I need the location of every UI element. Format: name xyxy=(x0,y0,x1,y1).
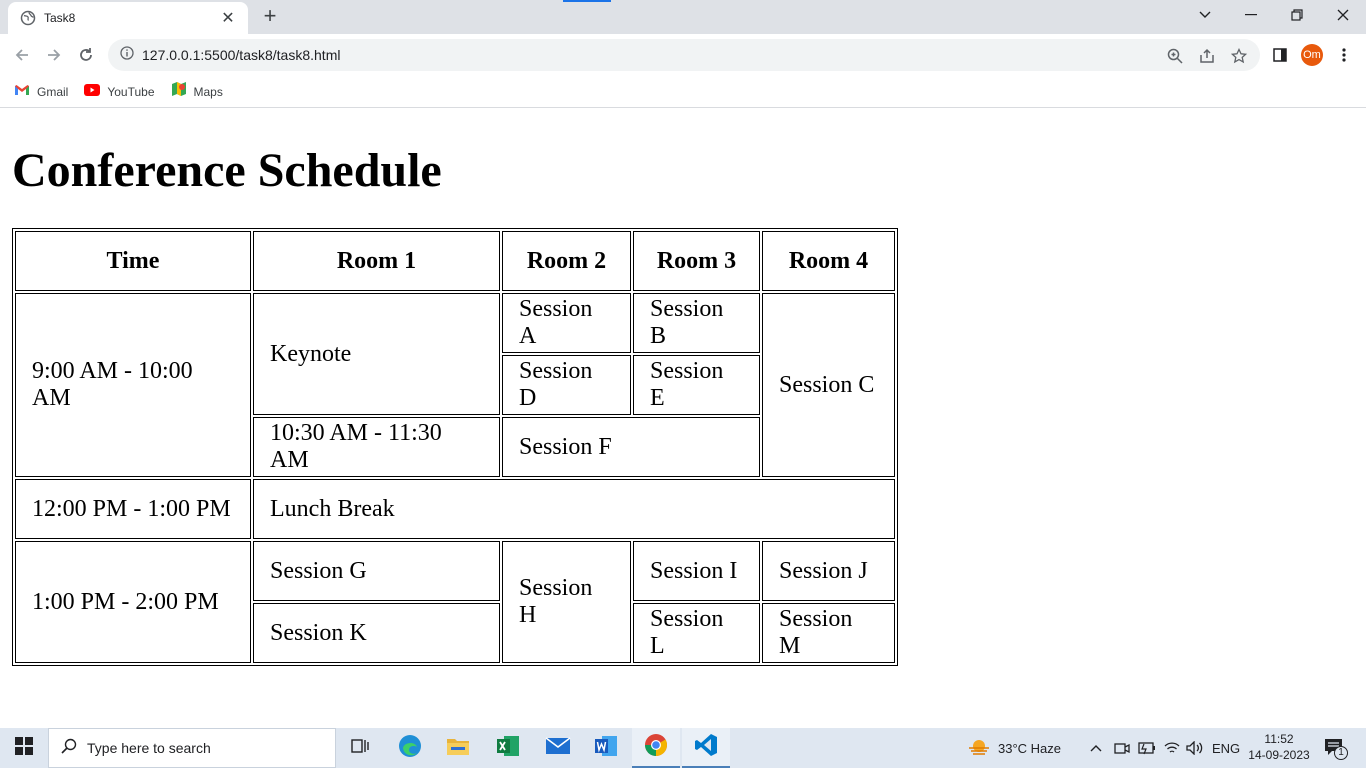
cell-session-j: Session J xyxy=(762,541,895,601)
taskbar-chrome[interactable] xyxy=(632,728,680,768)
cell-time-9am: 9:00 AM - 10:00 AM xyxy=(15,293,251,477)
vscode-icon xyxy=(694,733,718,762)
wifi-icon[interactable] xyxy=(1164,728,1180,768)
search-icon xyxy=(61,738,77,759)
url-text: 127.0.0.1:5500/task8/task8.html xyxy=(142,47,341,63)
new-tab-button[interactable]: + xyxy=(258,4,282,28)
taskbar-word[interactable] xyxy=(582,728,630,768)
header-room-3: Room 3 xyxy=(633,231,760,291)
header-room-2: Room 2 xyxy=(502,231,631,291)
cell-session-i: Session I xyxy=(633,541,760,601)
cell-session-f: Session F xyxy=(502,417,760,477)
taskbar-excel[interactable] xyxy=(484,728,532,768)
bookmark-maps[interactable]: Maps xyxy=(171,81,223,102)
header-room-4: Room 4 xyxy=(762,231,895,291)
notification-center[interactable]: 1 xyxy=(1324,728,1348,768)
address-bar[interactable]: 127.0.0.1:5500/task8/task8.html xyxy=(108,39,1260,71)
meet-now-icon[interactable] xyxy=(1114,728,1130,768)
close-window-button[interactable] xyxy=(1320,0,1366,30)
maps-icon xyxy=(171,81,187,102)
language-indicator[interactable]: ENG xyxy=(1212,728,1240,768)
share-icon[interactable] xyxy=(1198,47,1216,65)
windows-icon xyxy=(15,736,33,760)
cell-session-d: Session D xyxy=(502,355,631,415)
cell-session-e: Session E xyxy=(633,355,760,415)
profile-avatar[interactable]: Om xyxy=(1301,44,1323,66)
cell-session-g: Session G xyxy=(253,541,500,601)
forward-arrow-icon[interactable] xyxy=(42,43,66,67)
page-title: Conference Schedule xyxy=(12,144,442,197)
weather-text: 33°C Haze xyxy=(998,740,1062,756)
mail-icon xyxy=(545,736,571,761)
browser-tab[interactable]: Task8 ✕ xyxy=(8,2,248,34)
task-view-button[interactable] xyxy=(336,728,384,768)
zoom-icon[interactable] xyxy=(1166,47,1184,65)
restore-button[interactable] xyxy=(1274,0,1320,30)
side-panel-icon[interactable] xyxy=(1268,43,1292,67)
youtube-icon xyxy=(84,83,101,101)
bookmark-gmail[interactable]: Gmail xyxy=(14,83,68,101)
start-button[interactable] xyxy=(0,728,48,768)
taskbar: Type here to search 33°C Haze ENG 11:52 … xyxy=(0,728,1366,768)
header-time: Time xyxy=(15,231,251,291)
reload-icon[interactable] xyxy=(74,43,98,67)
gmail-icon xyxy=(14,83,30,101)
cell-session-k: Session K xyxy=(253,603,500,663)
taskbar-search-box[interactable]: Type here to search xyxy=(48,728,336,768)
cell-session-h: Session H xyxy=(502,541,631,663)
bookmark-youtube[interactable]: YouTube xyxy=(84,83,155,101)
clock-time: 11:52 xyxy=(1264,732,1294,746)
taskbar-vscode[interactable] xyxy=(682,728,730,768)
edge-icon xyxy=(398,734,422,763)
table-row: 1:00 PM - 2:00 PM Session G Session H Se… xyxy=(15,541,895,663)
minimize-button[interactable] xyxy=(1228,0,1274,30)
bookmark-star-icon[interactable] xyxy=(1230,47,1248,65)
bookmarks-bar: Gmail YouTube Maps xyxy=(0,76,1366,108)
show-hidden-icons-chevron-icon[interactable] xyxy=(1090,728,1102,768)
site-info-icon[interactable] xyxy=(120,45,134,65)
weather-haze-icon xyxy=(968,738,990,759)
notification-badge: 1 xyxy=(1334,746,1348,760)
clock-date: 14-09-2023 xyxy=(1248,748,1310,762)
search-placeholder: Type here to search xyxy=(87,740,211,756)
notification-icon: 1 xyxy=(1324,738,1348,760)
battery-icon[interactable] xyxy=(1138,728,1156,768)
volume-icon[interactable] xyxy=(1186,728,1204,768)
cell-time-12pm: 12:00 PM - 1:00 PM xyxy=(15,479,251,539)
cell-session-m: Session M xyxy=(762,603,895,663)
browser-toolbar: 127.0.0.1:5500/task8/task8.html Om xyxy=(0,34,1366,76)
cell-lunch-break: Lunch Break xyxy=(253,479,895,539)
tab-title: Task8 xyxy=(44,11,76,25)
excel-icon xyxy=(496,734,520,763)
table-row: 12:00 PM - 1:00 PM Lunch Break xyxy=(15,479,895,539)
tab-search-chevron-icon[interactable] xyxy=(1182,0,1228,30)
weather-widget[interactable]: 33°C Haze xyxy=(968,728,1061,768)
cell-session-c: Session C xyxy=(762,293,895,477)
header-room-1: Room 1 xyxy=(253,231,500,291)
folder-icon xyxy=(446,736,470,761)
taskbar-clock[interactable]: 11:52 14-09-2023 xyxy=(1246,731,1312,763)
cell-session-l: Session L xyxy=(633,603,760,663)
taskbar-file-explorer[interactable] xyxy=(434,728,482,768)
tab-indicator xyxy=(563,0,611,2)
taskbar-mail[interactable] xyxy=(534,728,582,768)
kebab-menu-icon[interactable] xyxy=(1332,43,1356,67)
table-row: 9:00 AM - 10:00 AM Keynote Session A Ses… xyxy=(15,293,895,477)
cell-time-1030am: 10:30 AM - 11:30 AM xyxy=(253,417,500,477)
taskbar-edge[interactable] xyxy=(386,728,434,768)
word-icon xyxy=(594,734,618,763)
cell-time-1pm: 1:00 PM - 2:00 PM xyxy=(15,541,251,663)
table-header-row: Time Room 1 Room 2 Room 3 Room 4 xyxy=(15,231,895,291)
cell-keynote: Keynote xyxy=(253,293,500,415)
page-content: Conference Schedule Time Room 1 Room 2 R… xyxy=(0,109,1366,728)
globe-icon xyxy=(20,10,36,26)
chrome-icon xyxy=(644,733,668,762)
task-view-icon xyxy=(351,738,369,759)
schedule-table: Time Room 1 Room 2 Room 3 Room 4 9:00 AM… xyxy=(12,228,898,666)
browser-tabstrip: Task8 ✕ + xyxy=(0,0,1366,34)
cell-session-a: Session A xyxy=(502,293,631,353)
cell-session-b: Session B xyxy=(633,293,760,353)
close-tab-icon[interactable]: ✕ xyxy=(218,8,238,28)
back-arrow-icon[interactable] xyxy=(10,43,34,67)
